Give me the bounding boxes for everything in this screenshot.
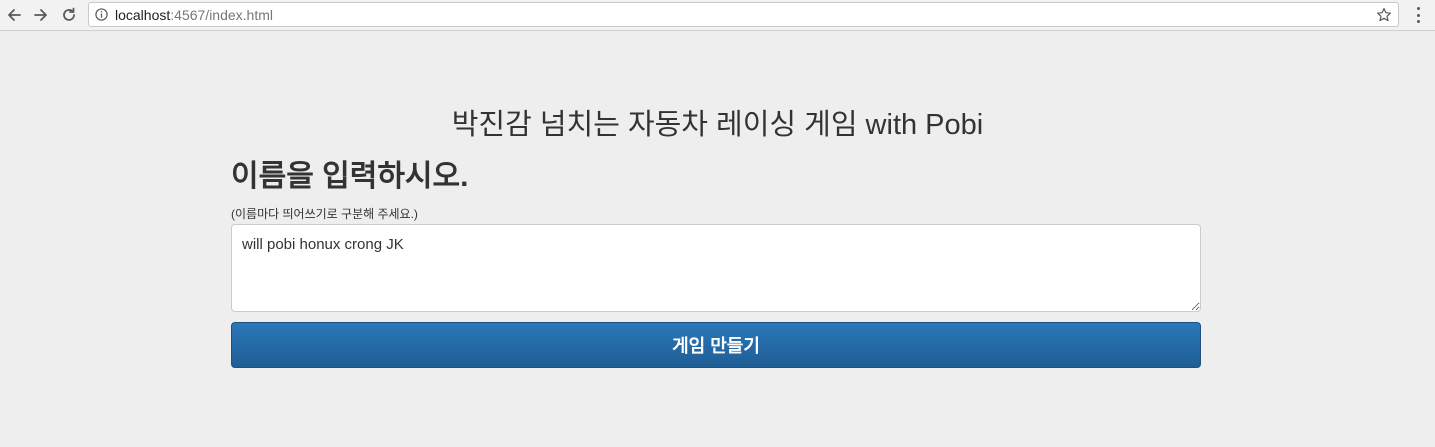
- bookmark-star-icon[interactable]: [1376, 7, 1392, 23]
- url-path: :4567/index.html: [170, 7, 273, 23]
- page-title: 박진감 넘치는 자동차 레이싱 게임 with Pobi: [451, 109, 984, 141]
- create-game-button[interactable]: 게임 만들기: [231, 322, 1201, 368]
- browser-toolbar: localhost:4567/index.html: [0, 0, 1435, 31]
- address-bar[interactable]: localhost:4567/index.html: [88, 2, 1399, 27]
- reload-icon: [63, 7, 75, 21]
- names-textarea[interactable]: will pobi honux crong JK: [231, 224, 1201, 312]
- browser-menu-icon[interactable]: [1410, 6, 1426, 24]
- back-arrow-icon: [8, 9, 21, 21]
- input-hint: (이름마다 띄어쓰기로 구분해 주세요.): [231, 207, 418, 221]
- url-text: localhost:4567/index.html: [115, 7, 273, 23]
- forward-button[interactable]: [30, 4, 52, 26]
- info-icon[interactable]: [95, 8, 108, 21]
- name-prompt-heading: 이름을 입력하시오.: [231, 160, 469, 193]
- url-host: localhost: [115, 7, 171, 23]
- back-button[interactable]: [3, 4, 25, 26]
- forward-arrow-icon: [34, 9, 47, 21]
- reload-button[interactable]: [58, 4, 80, 26]
